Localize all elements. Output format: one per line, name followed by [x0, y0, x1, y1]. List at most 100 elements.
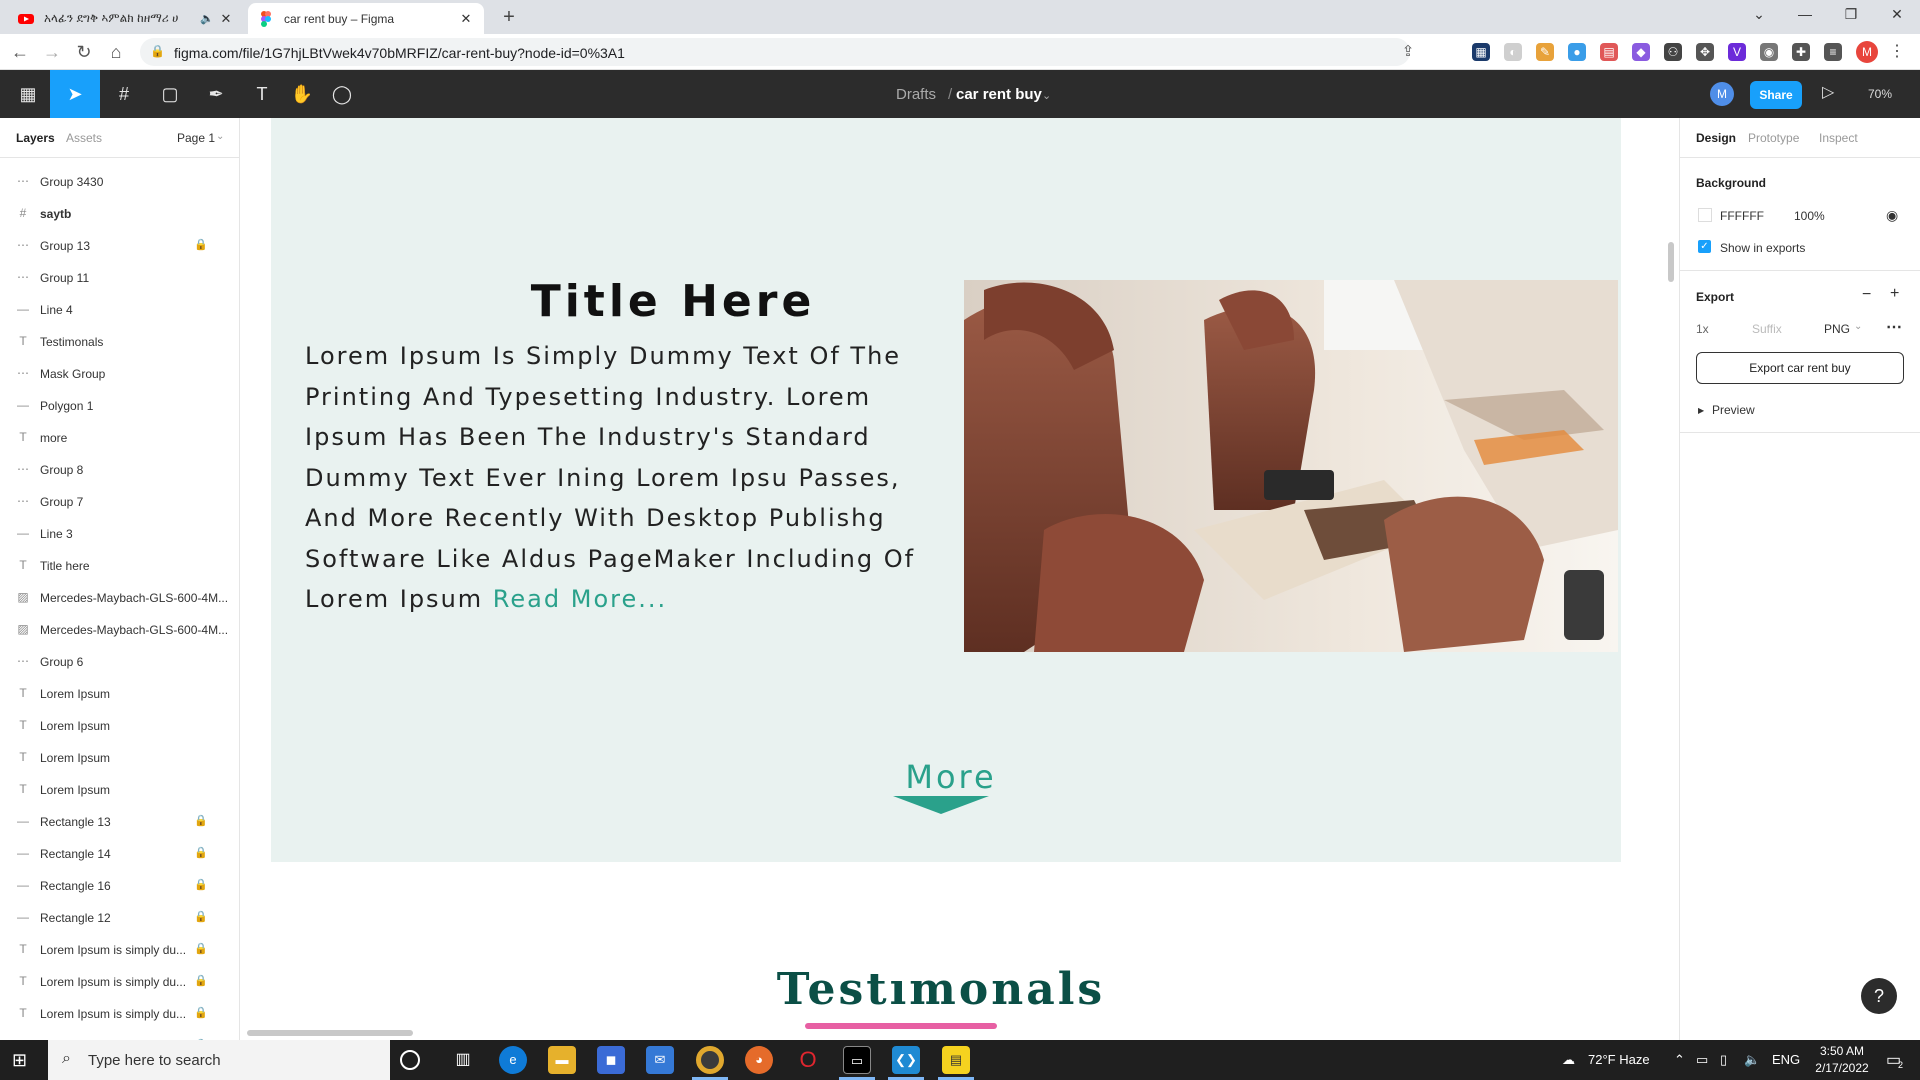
hand-tool-icon[interactable]: ✋ — [282, 70, 322, 118]
horizontal-scrollbar[interactable] — [247, 1030, 413, 1036]
edge-icon[interactable]: e — [499, 1046, 527, 1074]
export-scale[interactable]: 1x — [1696, 322, 1709, 336]
pen-tool-icon[interactable]: ✒ — [196, 70, 236, 118]
chrome-icon[interactable] — [696, 1046, 724, 1074]
frame-tool-icon[interactable]: # — [104, 70, 144, 118]
lock-icon[interactable]: 🔒 — [194, 238, 208, 251]
battery-icon[interactable]: ▯ — [1720, 1052, 1727, 1068]
puzzle-icon[interactable]: ✚ — [1792, 43, 1810, 61]
cortana-icon[interactable] — [400, 1050, 420, 1070]
close-tab-icon[interactable]: ✕ — [458, 11, 474, 27]
export-button[interactable]: Export car rent buy — [1696, 352, 1904, 384]
volume-icon[interactable]: 🔈 — [1744, 1052, 1760, 1068]
lock-icon[interactable]: 🔒 — [194, 878, 208, 891]
show-in-exports-checkbox[interactable]: ✓ — [1698, 240, 1711, 253]
sticky-notes-icon[interactable]: ▤ — [942, 1046, 970, 1074]
extension-icon[interactable]: ✥ — [1696, 43, 1714, 61]
read-more-link[interactable]: Read More... — [493, 585, 667, 613]
more-label[interactable]: More — [851, 758, 1051, 796]
collaborator-avatar[interactable]: M — [1710, 82, 1734, 106]
layer-row[interactable]: T Lorem Ipsum — [0, 710, 239, 742]
chevron-down-icon[interactable]: ⌄ — [1854, 321, 1862, 332]
browser-tab-youtube[interactable]: አላፊን ደግቅ ኣምልክ ከዘማሪ ሀ 🔈 ✕ — [8, 3, 244, 34]
export-suffix-input[interactable]: Suffix — [1752, 322, 1782, 336]
close-tab-icon[interactable]: ✕ — [218, 11, 234, 27]
network-icon[interactable]: ▭ — [1696, 1052, 1708, 1068]
mail-icon[interactable]: ✉ — [646, 1046, 674, 1074]
language-indicator[interactable]: ENG — [1772, 1052, 1800, 1067]
layer-row[interactable]: TLorem Ipsum is simply du...🔒 — [0, 966, 239, 998]
weather-icon[interactable]: ☁ — [1562, 1052, 1575, 1068]
layer-row[interactable]: ⋯ Group 7 — [0, 486, 239, 518]
new-tab-button[interactable]: + — [496, 6, 522, 30]
chrome-menu-icon[interactable]: ⋮ — [1888, 43, 1906, 61]
layer-row[interactable]: ⋯ Group 8 — [0, 454, 239, 486]
add-export-icon[interactable]: + — [1890, 285, 1899, 303]
shape-tool-icon[interactable]: ▢ — [150, 70, 190, 118]
figma-menu-icon[interactable]: ▦ — [8, 70, 48, 118]
extension-icon[interactable]: ◐ — [1504, 43, 1522, 61]
layer-row[interactable]: T Title here — [0, 550, 239, 582]
lock-icon[interactable]: 🔒 — [194, 846, 208, 859]
layer-row[interactable]: TLorem Ipsum is simply du...🔒 — [0, 934, 239, 966]
close-window-button[interactable]: ✕ — [1874, 0, 1920, 30]
camera-icon[interactable]: ◉ — [1760, 43, 1778, 61]
comment-tool-icon[interactable]: ◯ — [322, 70, 362, 118]
canvas[interactable]: Title Here Lorem Ipsum Is Simply Dummy T… — [241, 118, 1679, 1040]
file-name[interactable]: car rent buy — [956, 86, 1042, 103]
tab-prototype[interactable]: Prototype — [1748, 131, 1799, 145]
layer-row[interactable]: TLorem Ipsum is simply du...🔒 — [0, 1030, 239, 1040]
windows-start-icon[interactable]: ⊞ — [12, 1050, 27, 1071]
tab-inspect[interactable]: Inspect — [1819, 131, 1858, 145]
layer-row[interactable]: — Rectangle 14 🔒 — [0, 838, 239, 870]
extension-icon[interactable]: ▦ — [1472, 43, 1490, 61]
chevron-down-icon[interactable]: ⌄ — [1042, 89, 1051, 102]
layer-row[interactable]: ⋯ Mask Group — [0, 358, 239, 390]
share-button[interactable]: Share — [1750, 81, 1802, 109]
vscode-icon[interactable]: ❮❯ — [892, 1046, 920, 1074]
task-view-icon[interactable]: ▥ — [449, 1046, 477, 1074]
background-color-swatch[interactable] — [1698, 208, 1712, 222]
layer-row[interactable]: T Testimonals — [0, 326, 239, 358]
layer-row[interactable]: — Polygon 1 — [0, 390, 239, 422]
layer-row[interactable]: T Lorem Ipsum — [0, 678, 239, 710]
preview-toggle[interactable]: Preview — [1712, 403, 1755, 417]
back-icon[interactable]: ← — [8, 40, 32, 64]
reload-icon[interactable]: ↻ — [72, 40, 96, 64]
taskbar-search[interactable]: ⌕ Type here to search — [48, 1040, 390, 1080]
move-tool-icon[interactable]: ➤ — [50, 70, 100, 118]
layer-row[interactable]: Tmore — [0, 422, 239, 454]
car-feature-section[interactable]: Title Here Lorem Ipsum Is Simply Dummy T… — [271, 118, 1621, 862]
layer-row[interactable]: T Lorem Ipsum — [0, 774, 239, 806]
text-tool-icon[interactable]: T — [242, 70, 282, 118]
present-icon[interactable]: ▷ — [1822, 82, 1834, 102]
help-icon[interactable]: ? — [1861, 978, 1897, 1014]
opera-icon[interactable]: O — [794, 1046, 822, 1074]
address-bar[interactable]: 🔒 figma.com/file/1G7hjLBtVwek4v70bMRFIZ/… — [140, 38, 1414, 66]
zoom-level[interactable]: 70% — [1868, 87, 1892, 101]
extension-icon[interactable]: ◆ — [1632, 43, 1650, 61]
eye-icon[interactable]: ◉ — [1886, 207, 1898, 224]
home-icon[interactable]: ⌂ — [104, 40, 128, 64]
tab-assets[interactable]: Assets — [66, 131, 102, 145]
profile-avatar[interactable]: M — [1856, 41, 1878, 63]
weather-text[interactable]: 72°F Haze — [1588, 1052, 1650, 1067]
extension-icon[interactable]: V — [1728, 43, 1746, 61]
extension-icon[interactable]: ✎ — [1536, 43, 1554, 61]
forward-icon[interactable]: → — [40, 40, 64, 64]
lock-icon[interactable]: 🔒 — [194, 910, 208, 923]
tray-chevron-icon[interactable]: ⌃ — [1674, 1052, 1685, 1068]
extension-icon[interactable]: ● — [1568, 43, 1586, 61]
layer-row[interactable]: ▨ Mercedes-Maybach-GLS-600-4M... — [0, 614, 239, 646]
layer-row[interactable]: — Rectangle 16 🔒 — [0, 870, 239, 902]
clock[interactable]: 3:50 AM 2/17/2022 — [1806, 1043, 1878, 1077]
more-arrow-icon[interactable] — [893, 794, 989, 816]
layer-row[interactable]: # saytb — [0, 198, 239, 230]
file-explorer-icon[interactable]: ▬ — [548, 1046, 576, 1074]
speaker-icon[interactable]: 🔈 — [200, 12, 214, 25]
extension-icon[interactable]: ▤ — [1600, 43, 1618, 61]
tab-layers[interactable]: Layers — [16, 131, 55, 145]
store-icon[interactable]: ◼ — [597, 1046, 625, 1074]
minimize-button[interactable]: — — [1782, 0, 1828, 30]
export-format[interactable]: PNG — [1824, 322, 1850, 336]
